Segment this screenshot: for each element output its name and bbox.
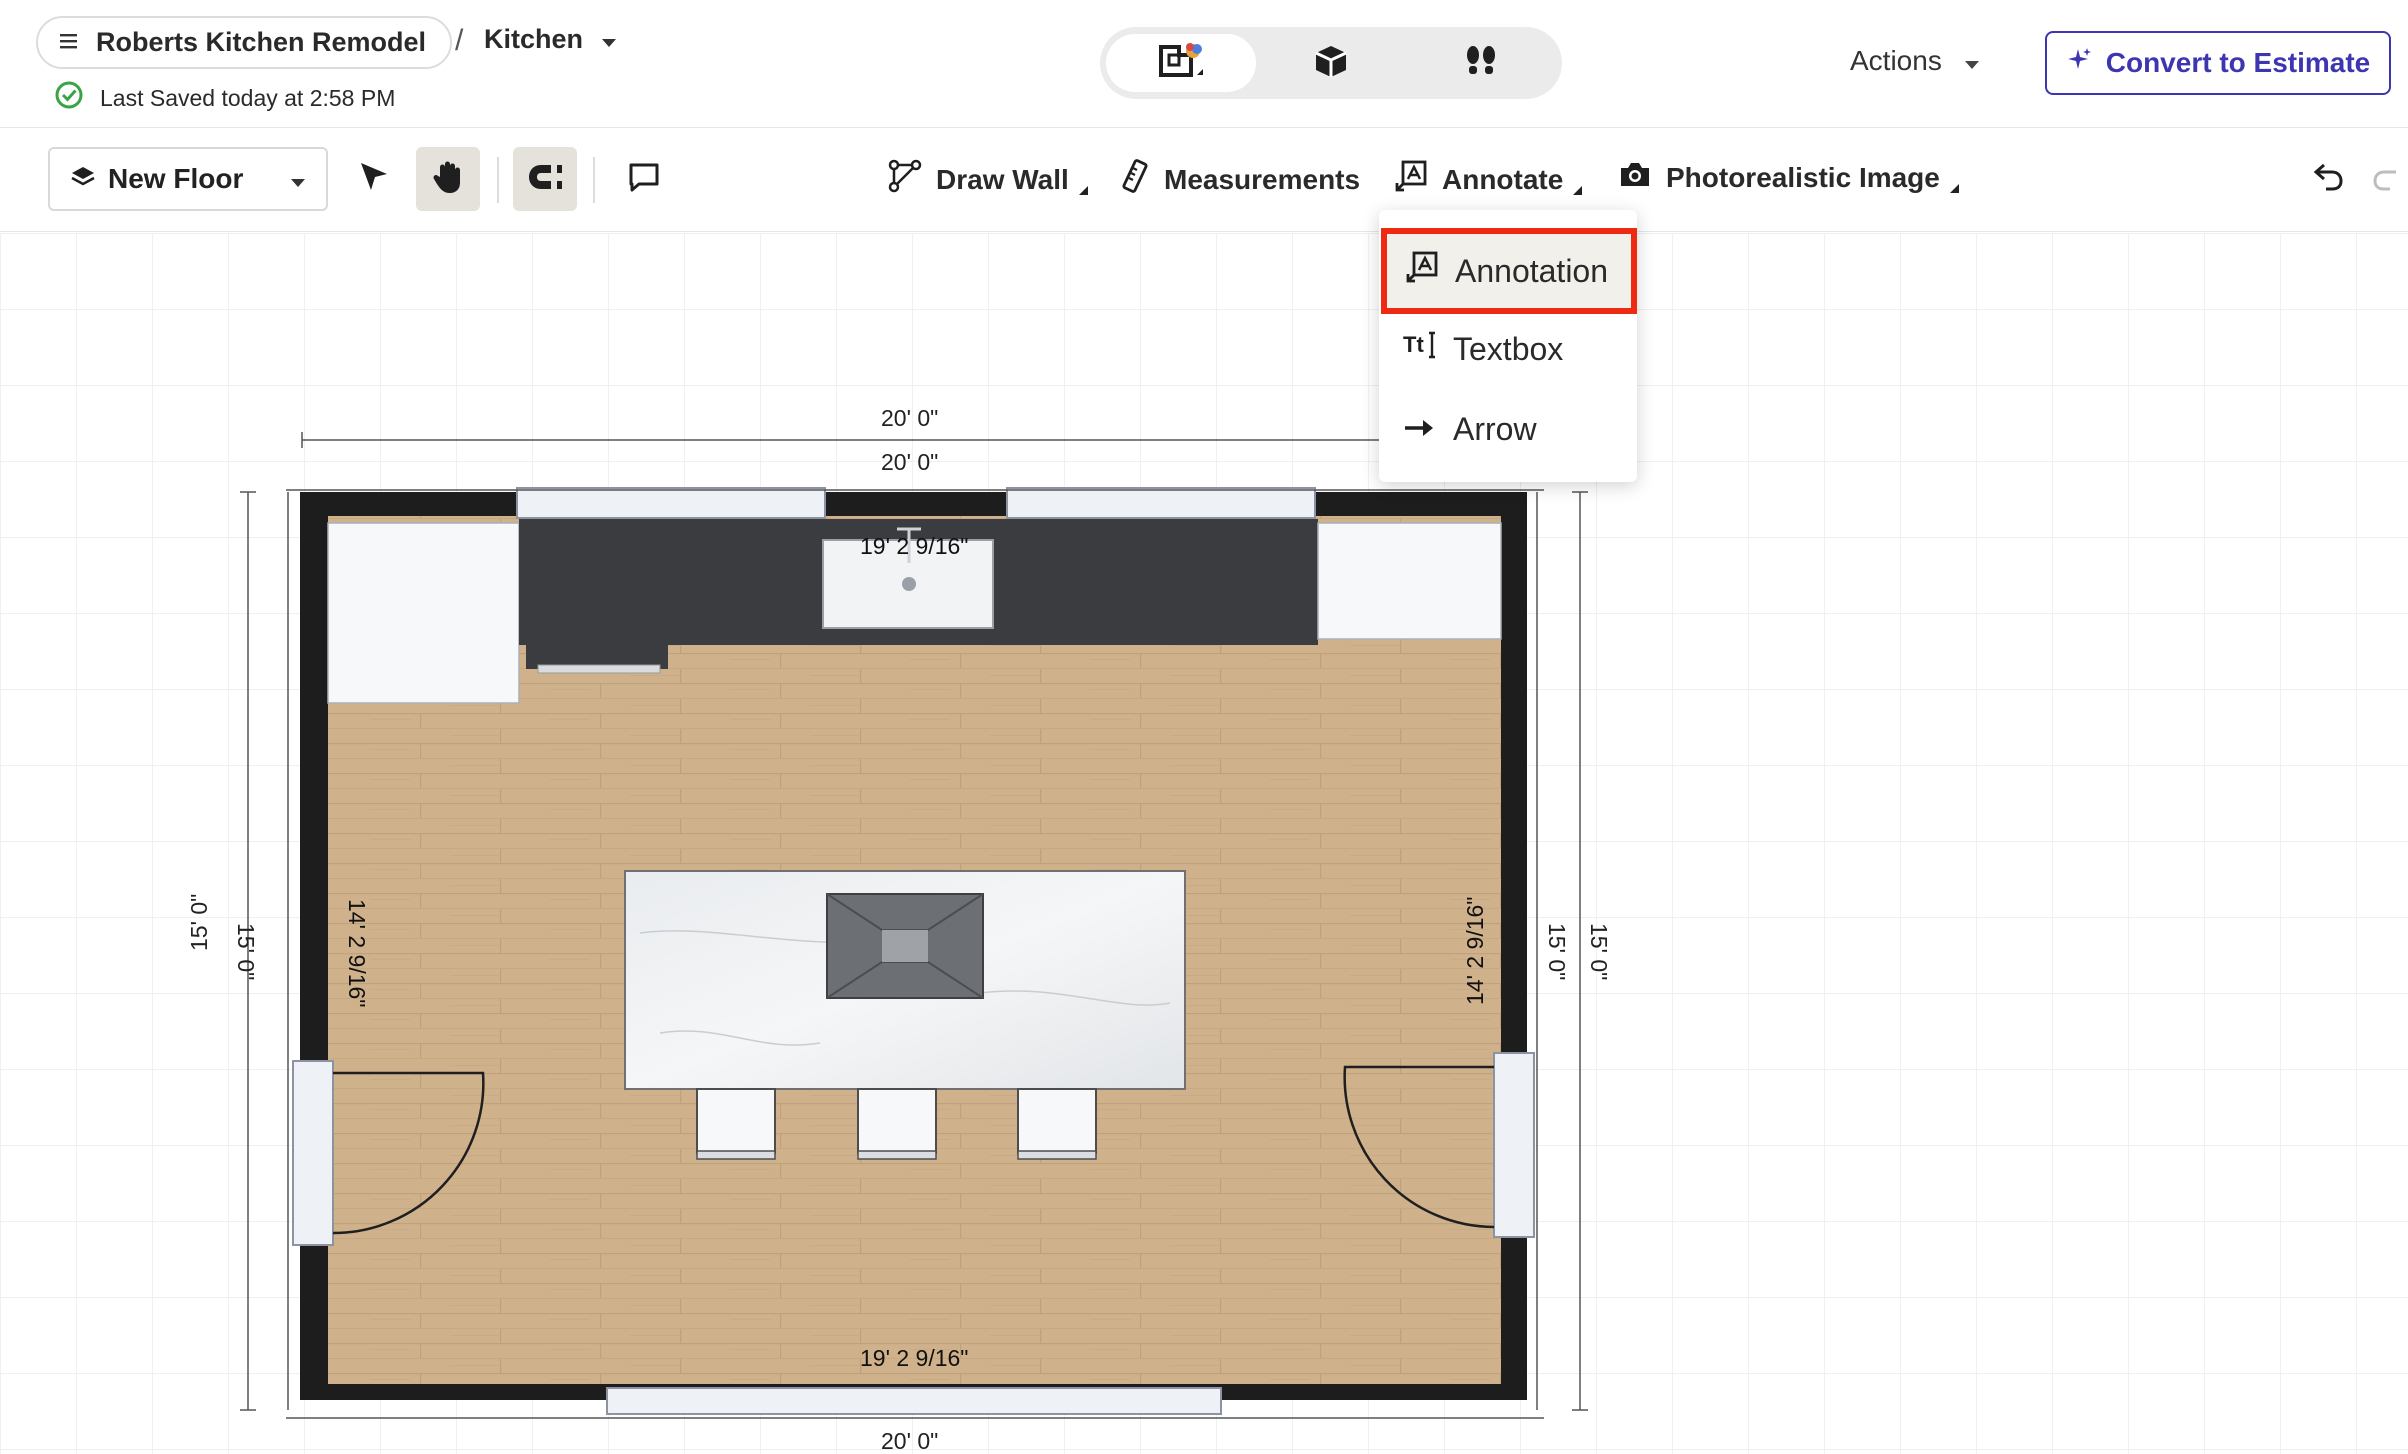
annotation-icon	[1394, 159, 1428, 200]
floor-label[interactable]: New Floor	[108, 163, 243, 195]
magnet-icon	[526, 162, 564, 197]
stool	[857, 1088, 937, 1154]
dim-left-interior: 14' 2 9/16"	[344, 899, 370, 1008]
walkthrough-footprints-icon	[1463, 43, 1499, 84]
view-walkthrough-button[interactable]	[1406, 34, 1556, 92]
window-top-right	[1006, 487, 1316, 519]
layers-icon	[70, 163, 96, 195]
sparkle-icon	[2066, 47, 2092, 80]
snap-magnet-button[interactable]	[513, 147, 577, 211]
2d-floorplan-icon	[1155, 41, 1207, 86]
stool	[1017, 1088, 1097, 1154]
3d-box-icon	[1313, 43, 1349, 84]
project-name[interactable]: Roberts Kitchen Remodel	[96, 27, 426, 58]
measurements-label[interactable]: Measurements	[1164, 164, 1360, 196]
menu-item-label[interactable]: Arrow	[1453, 411, 1537, 448]
save-status-text: Last Saved today at 2:58 PM	[100, 84, 396, 111]
dim-bottom-outer: 20' 0"	[881, 1428, 939, 1454]
chevron-down-icon[interactable]	[1964, 45, 1980, 77]
dishwasher-edge	[537, 664, 661, 674]
dim-top-outer: 20' 0"	[881, 405, 939, 431]
comment-tool-button[interactable]	[612, 147, 676, 211]
convert-to-estimate-button[interactable]: Convert to Estimate	[2045, 31, 2391, 95]
dim-bottom-interior: 19' 2 9/16"	[860, 1345, 969, 1371]
toolbar-divider	[593, 157, 595, 203]
menu-item-label[interactable]: Annotation	[1455, 253, 1608, 290]
dim-top-inner: 20' 0"	[881, 449, 939, 475]
select-tool-button[interactable]	[342, 147, 406, 211]
menu-item-textbox[interactable]: Tt Textbox	[1379, 310, 1637, 388]
draw-wall-tool[interactable]: Draw Wall	[888, 159, 1088, 200]
photorealistic-image-tool[interactable]: Photorealistic Image	[1618, 159, 1959, 196]
window-top-left	[516, 487, 826, 519]
dim-right-inner: 15' 0"	[1544, 923, 1570, 981]
save-status: Last Saved today at 2:58 PM	[54, 80, 395, 116]
window-bottom	[606, 1387, 1222, 1415]
redo-icon	[2370, 161, 2408, 198]
floorplan-canvas[interactable]: 20' 0" 20' 0" 19' 2 9/16" 19' 2 9/16" 20…	[0, 233, 2408, 1454]
dim-right-interior: 14' 2 9/16"	[1462, 896, 1488, 1005]
project-breadcrumb[interactable]: Roberts Kitchen Remodel	[36, 16, 453, 69]
sink-drain	[902, 577, 916, 591]
door-left	[292, 1060, 334, 1246]
annotation-icon	[1405, 250, 1439, 292]
annotate-tool[interactable]: Annotate	[1394, 159, 1583, 200]
chevron-down-icon[interactable]	[290, 163, 306, 195]
toolbar-divider	[497, 157, 499, 203]
draw-wall-icon	[888, 159, 922, 200]
dim-right-outer: 15' 0"	[1586, 923, 1612, 981]
room-selector[interactable]: Kitchen	[484, 24, 617, 55]
arrow-icon	[1403, 411, 1437, 448]
convert-label[interactable]: Convert to Estimate	[2106, 47, 2371, 79]
menu-item-label[interactable]: Textbox	[1453, 331, 1563, 368]
draw-wall-label[interactable]: Draw Wall	[936, 164, 1069, 196]
annotate-label[interactable]: Annotate	[1442, 164, 1563, 196]
hand-icon	[431, 159, 465, 200]
pan-tool-button[interactable]	[416, 147, 480, 211]
measurements-tool[interactable]: Measurements	[1120, 159, 1360, 200]
camera-icon	[1618, 159, 1652, 196]
annotate-dropdown-menu: Annotation Tt Textbox Arrow	[1379, 210, 1637, 482]
view-2d-button[interactable]	[1106, 34, 1256, 92]
dim-left-inner: 15' 0"	[233, 923, 259, 981]
left-cabinet	[327, 522, 520, 704]
breadcrumb-separator: /	[455, 24, 464, 57]
door-right	[1493, 1052, 1535, 1238]
redo-button[interactable]	[2370, 147, 2408, 211]
check-circle-icon	[54, 80, 84, 116]
chevron-down-icon[interactable]	[601, 24, 617, 55]
ruler-icon	[1120, 159, 1150, 200]
actions-menu[interactable]: Actions	[1850, 45, 1980, 77]
view-3d-button[interactable]	[1256, 34, 1406, 92]
right-cabinet	[1317, 522, 1502, 640]
editor-toolbar: New Floor Draw Wall Measurements Annotat…	[0, 129, 2408, 232]
comment-icon	[627, 161, 661, 198]
dim-left-outer: 15' 0"	[186, 893, 212, 951]
undo-icon	[2312, 161, 2346, 198]
menu-item-annotation[interactable]: Annotation	[1381, 228, 1637, 314]
pointer-arrow-icon	[357, 160, 391, 199]
submenu-indicator-icon	[1078, 186, 1088, 195]
hamburger-menu-icon[interactable]	[58, 27, 80, 58]
textbox-icon: Tt	[1403, 329, 1437, 369]
top-header: Roberts Kitchen Remodel / Kitchen Last S…	[0, 0, 2408, 128]
actions-label[interactable]: Actions	[1850, 45, 1942, 77]
submenu-indicator-icon	[1949, 184, 1959, 193]
room-name[interactable]: Kitchen	[484, 24, 583, 55]
photoreal-label[interactable]: Photorealistic Image	[1666, 162, 1940, 194]
floor-selector[interactable]: New Floor	[48, 147, 328, 211]
view-mode-toggle	[1100, 27, 1562, 99]
dim-top-interior: 19' 2 9/16"	[860, 533, 969, 559]
menu-item-arrow[interactable]: Arrow	[1379, 390, 1637, 468]
stool	[696, 1088, 776, 1154]
submenu-indicator-icon	[1573, 186, 1583, 195]
floorplan-drawing[interactable]	[0, 233, 2408, 1454]
undo-button[interactable]	[2297, 147, 2361, 211]
svg-text:Tt: Tt	[1403, 332, 1424, 357]
